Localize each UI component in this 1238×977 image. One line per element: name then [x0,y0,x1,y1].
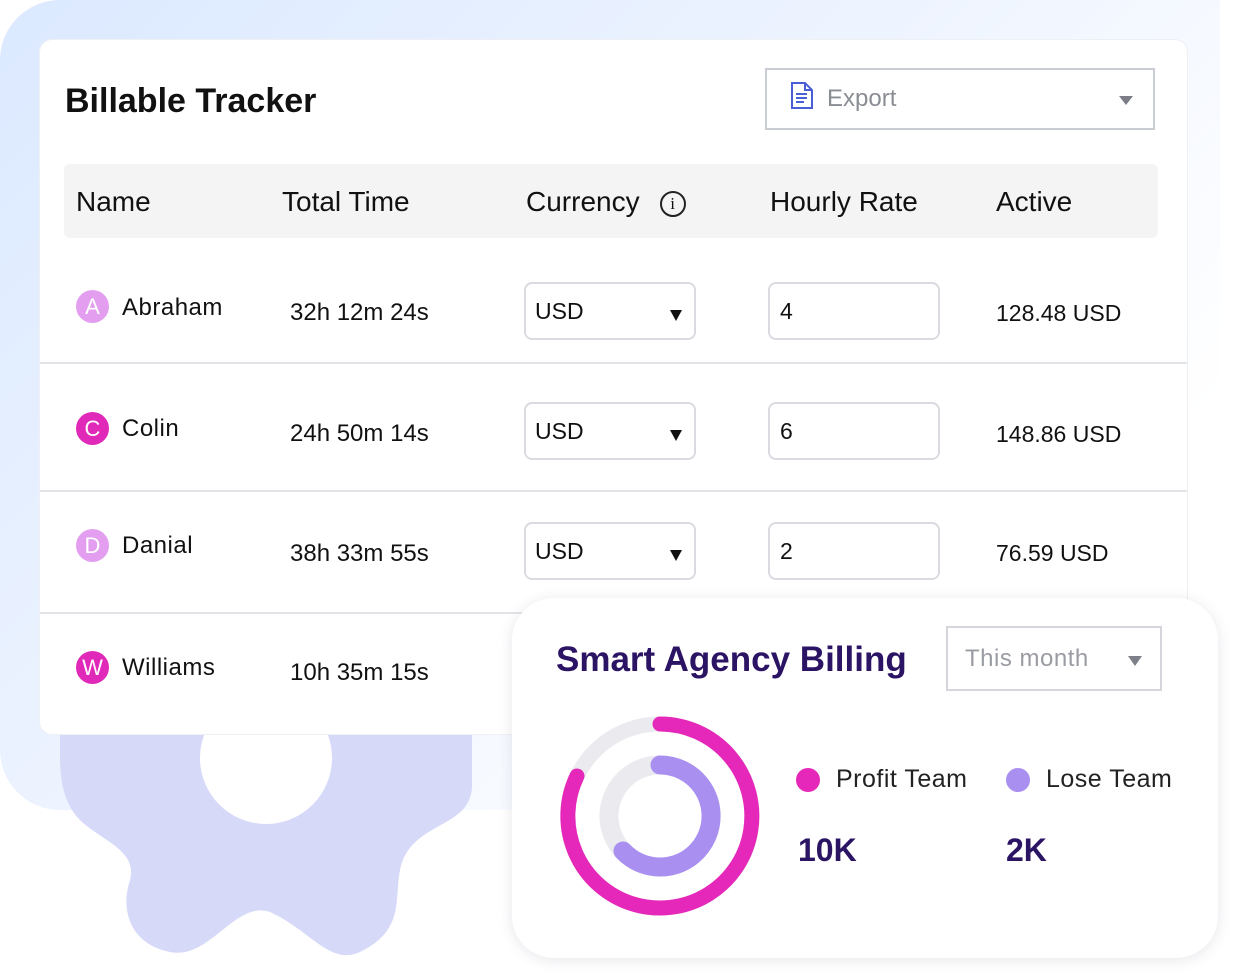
avatar: C [76,412,109,445]
row-active-amount: 148.86 USD [996,421,1122,447]
billing-title: Smart Agency Billing [556,640,907,679]
lose-dot-icon [1006,767,1030,792]
column-header-currency: Currency i [526,186,686,218]
legend-item-lose: Lose Team [1006,765,1172,794]
column-header-total-time: Total Time [282,186,410,217]
currency-select[interactable]: USD [524,282,696,340]
table-row: A Abraham 32h 12m 24s USD 4 128.48 USD [40,242,1187,364]
smart-agency-billing-card: Smart Agency Billing This month Profit T… [512,598,1218,958]
table-row: D Danial 38h 33m 55s USD 2 76.59 USD [40,492,1187,614]
info-icon[interactable]: i [659,190,686,217]
currency-select[interactable]: USD [524,402,696,460]
period-dropdown[interactable]: This month [946,626,1162,691]
column-header-name: Name [76,186,151,217]
period-value: This month [965,645,1089,672]
currency-value: USD [535,298,584,324]
avatar: W [76,651,109,684]
hourly-rate-input[interactable]: 4 [768,282,940,340]
profit-dot-icon [796,767,820,792]
billing-donut-chart [560,716,760,916]
row-total-time: 24h 50m 14s [290,420,429,447]
export-label: Export [827,85,897,112]
legend-label: Lose Team [1046,765,1173,793]
row-total-time: 38h 33m 55s [290,540,429,567]
currency-select[interactable]: USD [524,522,696,580]
row-name: Danial [122,532,194,559]
legend-item-profit: Profit Team [796,765,967,794]
avatar: A [76,290,109,323]
table-header: Name Total Time Currency i Hourly Rate Ac… [64,164,1158,238]
document-icon [789,81,815,117]
profit-value: 10K [798,832,857,868]
caret-down-icon [670,430,682,441]
row-name: Williams [122,654,216,681]
column-header-hourly-rate: Hourly Rate [770,186,918,217]
row-total-time: 10h 35m 15s [290,659,429,686]
caret-down-icon [670,550,682,561]
hourly-rate-input[interactable]: 6 [768,402,940,460]
caret-down-icon [670,310,682,321]
hourly-rate-input[interactable]: 2 [768,522,940,580]
chevron-down-icon [1119,96,1133,105]
row-name: Colin [122,415,180,442]
row-total-time: 32h 12m 24s [290,299,429,326]
avatar: D [76,529,109,562]
row-active-amount: 76.59 USD [996,540,1109,566]
lose-value: 2K [1006,832,1047,868]
row-active-amount: 128.48 USD [996,300,1122,326]
legend-label: Profit Team [836,765,968,793]
column-header-currency-label: Currency [526,186,640,217]
row-name: Abraham [122,294,223,321]
column-header-active: Active [996,186,1073,217]
export-dropdown[interactable]: Export [765,68,1155,130]
currency-value: USD [535,538,584,564]
chevron-down-icon [1128,656,1142,666]
page-title: Billable Tracker [65,82,317,120]
currency-value: USD [535,418,584,444]
table-row: C Colin 24h 50m 14s USD 6 148.86 USD [40,364,1187,492]
